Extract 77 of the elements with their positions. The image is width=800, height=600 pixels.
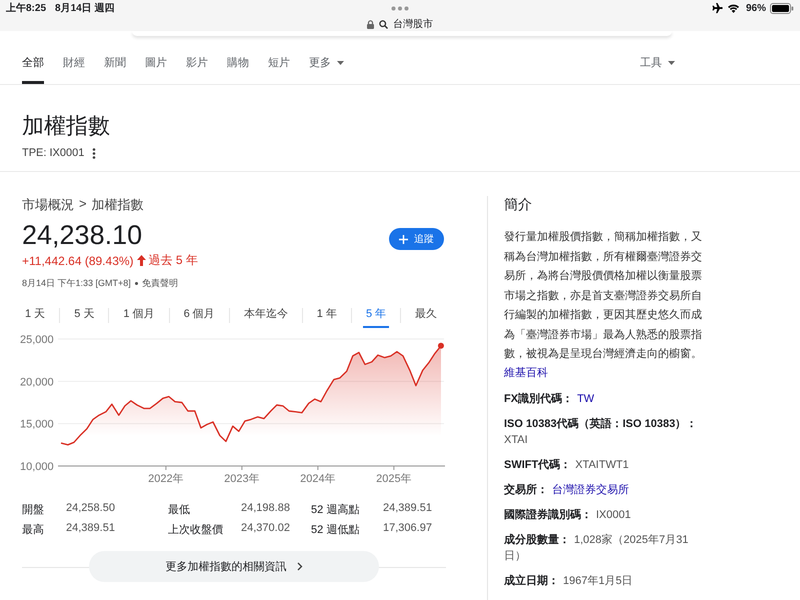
y-axis-label: 20,000 xyxy=(20,376,54,388)
search-icon xyxy=(379,20,388,28)
stat-value: 24,198.88 xyxy=(241,502,291,516)
section-heading: 簡介 xyxy=(504,196,533,214)
chevron-right-icon xyxy=(296,562,302,571)
stat-label: 最高 xyxy=(22,522,45,537)
x-axis-label: 2023年 xyxy=(224,473,260,485)
stat-value: 24,389.51 xyxy=(383,502,433,516)
fact-text: ISO 10383代碼（英語：ISO 10383）： XTAI xyxy=(504,416,698,448)
stat-label: 開盤 xyxy=(22,503,45,517)
battery-icon xyxy=(770,2,794,14)
search-tab[interactable]: 全部 xyxy=(22,50,44,84)
status-date: 8月14日 週四 xyxy=(55,2,114,15)
search-tab[interactable]: 購物 xyxy=(227,50,249,84)
search-tab[interactable]: 影片 xyxy=(186,50,208,84)
fact-text: 交易所： 台灣證券交易所 xyxy=(504,482,630,498)
battery-percent: 96% xyxy=(746,2,766,14)
page-title: 加權指數 xyxy=(22,112,111,140)
fact-text: FX識別代碼： TW xyxy=(504,392,596,406)
more-info-button[interactable]: 更多加權指數的相關資訊 xyxy=(89,551,379,582)
bullet-dot-icon xyxy=(134,282,138,285)
fact-text: 成分股數量： 1,028家（2025年7月31日） xyxy=(504,532,690,564)
plus-icon xyxy=(399,234,408,244)
description-text: 發行量加權股價指數，簡稱加權指數，又稱為台灣加權指數，所有權爾臺灣證券交易所，為將台灣股價價格加權以衡量股票市場之指數，亦是首支臺灣證券交易所自行編製的加權指數，更因其歷史悠久而成為「臺灣證券市場」最為人熟悉的股票指數，被視為是呈現台灣經濟走向的櫥窗。 xyxy=(504,230,703,362)
follow-button[interactable]: 追蹤 xyxy=(389,228,444,250)
stat-label: 上次收盤價 xyxy=(168,523,224,537)
airplane-icon xyxy=(710,2,723,14)
fact-text: 國際證券識別碼： IX0001 xyxy=(504,508,632,522)
range-tab[interactable]: 1 年 xyxy=(314,302,340,328)
stat-label: 最低 xyxy=(168,503,191,517)
fact-text: 成立日期： 1967年1月5日 xyxy=(504,574,634,588)
latest-point xyxy=(438,342,444,349)
fact-link[interactable]: 台灣證券交易所 xyxy=(552,484,629,496)
price-change: +11,442.64 (89.43%) xyxy=(22,254,134,268)
caret-icon xyxy=(668,60,675,64)
stat-label: 52 週低點 xyxy=(311,523,360,537)
y-axis-label: 15,000 xyxy=(20,418,54,431)
search-tab[interactable]: 短片 xyxy=(268,50,290,84)
ticker-symbol: TPE: IX0001 xyxy=(22,147,84,159)
breadcrumb-current: 加權指數 xyxy=(92,196,144,214)
x-axis-label: 2022年 xyxy=(148,473,184,485)
timestamp: 8月14日 下午1:33 [GMT+8] xyxy=(22,277,131,290)
x-axis-label: 2024年 xyxy=(300,473,336,485)
y-axis-label: 25,000 xyxy=(20,334,54,346)
stat-value: 17,306.97 xyxy=(383,522,433,536)
range-tab[interactable]: 本年迄今 xyxy=(240,302,291,328)
index-price: 24,238.10 xyxy=(22,220,144,250)
range-tab[interactable]: 6 個月 xyxy=(180,302,218,328)
search-tab[interactable]: 財經 xyxy=(63,50,85,84)
status-time: 上午8:25 xyxy=(6,2,46,15)
range-tab[interactable]: 1 天 xyxy=(22,302,48,328)
more-dots-icon[interactable] xyxy=(391,6,409,10)
change-period: 過去 5 年 xyxy=(148,252,198,269)
range-tab[interactable]: 1 個月 xyxy=(120,302,158,328)
disclaimer-link[interactable]: 免責聲明 xyxy=(142,277,178,290)
breadcrumb-link[interactable]: 市場概況 xyxy=(22,196,74,214)
overflow-menu-icon[interactable] xyxy=(92,148,96,158)
lock-icon xyxy=(367,20,374,28)
y-axis-label: 10,000 xyxy=(20,461,54,473)
stat-value: 24,258.50 xyxy=(66,502,116,516)
range-tab[interactable]: 5 年 xyxy=(362,302,390,328)
tools-tab[interactable]: 工具 xyxy=(640,50,675,84)
stat-value: 24,389.51 xyxy=(66,522,116,536)
stat-label: 52 週高點 xyxy=(311,502,360,517)
wifi-icon xyxy=(726,3,740,13)
search-tab[interactable]: 圖片 xyxy=(145,50,167,84)
source-link[interactable]: 維基百科 xyxy=(504,364,707,380)
fact-link[interactable]: TW xyxy=(577,392,594,404)
search-tab[interactable]: 新聞 xyxy=(104,50,126,84)
fact-text: SWIFT代碼： XTAITWT1 xyxy=(504,458,630,472)
range-tab[interactable]: 5 天 xyxy=(71,302,98,328)
x-axis-label: 2025年 xyxy=(376,473,412,485)
range-tab[interactable]: 最久 xyxy=(412,302,440,328)
address-text[interactable]: 台灣股市 xyxy=(393,17,433,31)
breadcrumb-separator: > xyxy=(79,196,87,213)
stat-value: 24,370.02 xyxy=(241,522,291,536)
search-tab[interactable]: 更多 xyxy=(309,50,344,84)
